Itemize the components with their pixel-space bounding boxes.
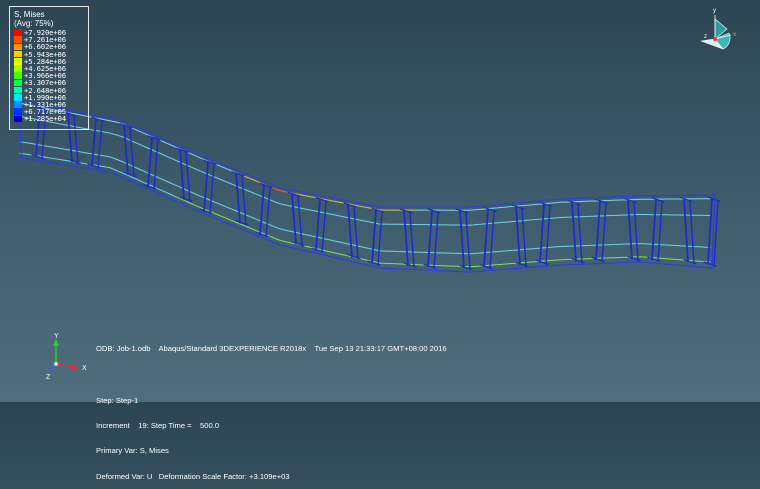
- triad-z-label: Z: [46, 374, 51, 381]
- legend-color-swatch: [14, 29, 22, 36]
- legend-color-swatch: [14, 72, 22, 79]
- legend-color-swatch: [14, 36, 22, 43]
- legend-entry: +1.285e+04: [14, 115, 84, 122]
- legend-color-swatch: [14, 65, 22, 72]
- deformed-mesh: [18, 100, 720, 272]
- legend-color-swatch: [14, 116, 22, 123]
- orient-z-label: z: [704, 34, 707, 40]
- odb-line: ODB: Job-1.odb Abaqus/Standard 3DEXPERIE…: [96, 345, 447, 353]
- orient-y-label: y: [713, 8, 716, 14]
- legend-color-swatch: [14, 44, 22, 51]
- step-line: Step: Step-1: [96, 397, 447, 405]
- deformed-var-line: Deformed Var: U Deformation Scale Factor…: [96, 473, 447, 481]
- legend-color-swatch: [14, 58, 22, 65]
- legend-color-swatch: [14, 51, 22, 58]
- triad-x-label: X: [82, 365, 87, 372]
- legend-color-swatch: [14, 101, 22, 108]
- triad-y-label: Y: [54, 333, 59, 340]
- legend-averaging: (Avg: 75%): [14, 19, 84, 28]
- legend-color-swatch: [14, 87, 22, 94]
- increment-line: Increment 19: Step Time = 500.0: [96, 422, 447, 430]
- coordinate-triad: Y X Z: [42, 330, 90, 384]
- legend-color-swatch: [14, 80, 22, 87]
- legend-scale: +7.920e+06+7.261e+06+6.602e+06+5.943e+06…: [14, 29, 84, 122]
- stress-legend: S, Mises (Avg: 75%) +7.920e+06+7.261e+06…: [9, 6, 89, 130]
- legend-title: S, Mises: [14, 10, 84, 19]
- legend-value: +1.285e+04: [24, 115, 66, 122]
- odb-info-block: ODB: Job-1.odb Abaqus/Standard 3DEXPERIE…: [96, 328, 447, 489]
- primary-var-line: Primary Var: S, Mises: [96, 447, 447, 455]
- orient-x-label: x: [733, 32, 736, 38]
- legend-color-swatch: [14, 94, 22, 101]
- legend-color-swatch: [14, 108, 22, 115]
- view-orientation-icon[interactable]: y x z: [695, 5, 741, 55]
